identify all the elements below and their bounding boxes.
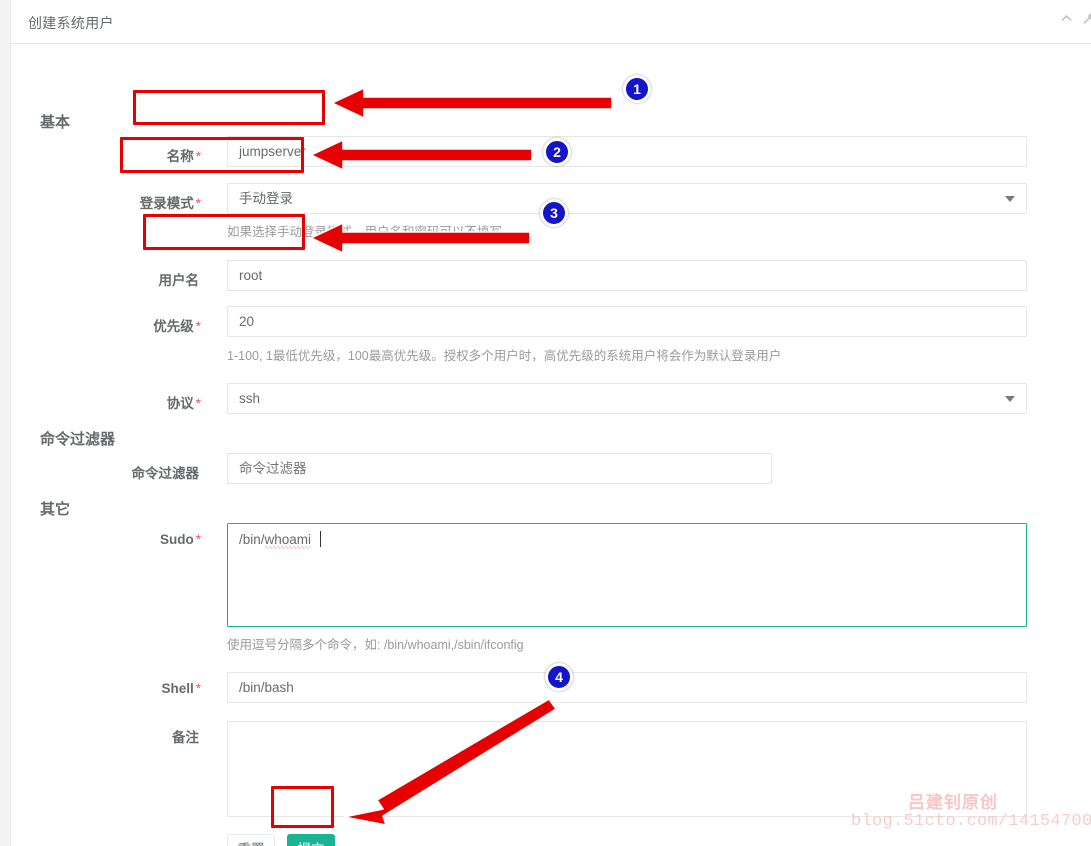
shell-input[interactable] <box>227 672 1027 703</box>
required-marker: * <box>195 149 201 164</box>
panel-header: 创建系统用户 <box>11 0 1091 44</box>
required-marker: * <box>195 196 201 211</box>
annotation-badge-4: 4 <box>545 663 573 691</box>
required-marker: * <box>195 319 201 334</box>
submit-button[interactable]: 提交 <box>287 834 335 846</box>
login-mode-value: 手动登录 <box>239 191 293 206</box>
sudo-value: /bin/whoami <box>239 532 312 549</box>
reset-button[interactable]: 重置 <box>227 834 275 846</box>
protocol-label: 协议 * <box>166 396 201 411</box>
page-title: 创建系统用户 <box>28 15 114 31</box>
protocol-value: ssh <box>239 391 261 406</box>
name-label: 名称 * <box>166 149 201 164</box>
comment-label: 备注 <box>172 730 199 745</box>
required-marker: * <box>195 532 201 547</box>
sudo-help: 使用逗号分隔多个命令，如: /bin/whoami,/sbin/ifconfig <box>227 638 524 652</box>
required-marker: * <box>195 396 201 411</box>
name-input[interactable] <box>227 136 1027 167</box>
chevron-down-icon <box>1005 396 1015 402</box>
command-filter-label: 命令过滤器 <box>131 466 200 481</box>
priority-label: 优先级 * <box>153 319 201 334</box>
shell-label: Shell * <box>161 681 201 696</box>
login-mode-label: 登录模式 * <box>139 196 201 211</box>
create-system-user-panel: 创建系统用户 基本 名称* 登录模式* 手动登 <box>10 0 1091 846</box>
protocol-select[interactable]: ssh <box>227 383 1027 414</box>
sudo-textarea[interactable] <box>227 523 1027 627</box>
annotation-badge-3: 3 <box>540 199 568 227</box>
required-marker: * <box>195 681 201 696</box>
annotation-badge-2: 2 <box>543 138 571 166</box>
annotation-badge-1: 1 <box>623 75 651 103</box>
section-title-basic: 基本 <box>40 114 71 131</box>
priority-help: 1-100, 1最低优先级，100最高优先级。授权多个用户时，高优先级的系统用户… <box>227 349 782 363</box>
text-cursor <box>320 531 321 547</box>
username-label: 用户名 <box>158 273 200 288</box>
panel-tools <box>1060 12 1091 25</box>
page-root: 创建系统用户 基本 名称* 登录模式* 手动登 <box>0 0 1091 846</box>
spellcheck-underline: whoami <box>264 532 312 549</box>
command-filter-input[interactable] <box>227 453 772 484</box>
wrench-icon[interactable] <box>1082 12 1091 25</box>
section-title-other: 其它 <box>40 501 71 518</box>
comment-textarea[interactable] <box>227 721 1027 817</box>
chevron-up-icon[interactable] <box>1060 12 1073 25</box>
chevron-down-icon <box>1005 196 1015 202</box>
login-mode-select[interactable]: 手动登录 <box>227 183 1027 214</box>
section-title-command-filter: 命令过滤器 <box>40 431 116 448</box>
username-input[interactable] <box>227 260 1027 291</box>
sudo-label: Sudo * <box>159 532 201 547</box>
login-mode-help: 如果选择手动登录模式，用户名和密码可以不填写 <box>227 225 503 239</box>
priority-input[interactable] <box>227 306 1027 337</box>
